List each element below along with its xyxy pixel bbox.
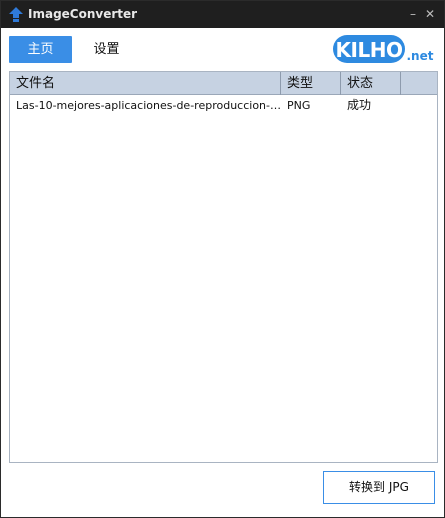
cell-type: PNG xyxy=(287,99,311,112)
cell-filename: Las-10-mejores-aplicaciones-de-reproducc… xyxy=(16,99,281,112)
minimize-button[interactable]: – xyxy=(405,5,421,23)
kilho-logo: KILHO .net xyxy=(333,35,434,63)
svg-text:KILHO: KILHO xyxy=(336,38,403,62)
column-header-type[interactable]: 类型 xyxy=(281,72,341,95)
title-bar[interactable]: ImageConverter – ✕ xyxy=(1,1,444,28)
table-row[interactable]: Las-10-mejores-aplicaciones-de-reproducc… xyxy=(10,96,437,115)
file-list[interactable]: 文件名 类型 状态 Las-10-mejores-aplicaciones-de… xyxy=(9,71,438,463)
column-header-filename[interactable]: 文件名 xyxy=(10,72,281,95)
app-window: ImageConverter – ✕ 主页 设置 KILHO .net 文件名 … xyxy=(0,0,445,518)
column-header-status[interactable]: 状态 xyxy=(341,72,401,95)
close-button[interactable]: ✕ xyxy=(422,5,438,23)
file-list-header: 文件名 类型 状态 xyxy=(10,72,437,95)
convert-to-jpg-button[interactable]: 转换到 JPG xyxy=(323,471,435,504)
tab-home[interactable]: 主页 xyxy=(9,36,72,63)
tab-settings[interactable]: 设置 xyxy=(79,36,134,63)
cell-status: 成功 xyxy=(347,98,372,112)
window-title: ImageConverter xyxy=(28,7,138,21)
app-upload-icon xyxy=(9,7,23,22)
svg-text:.net: .net xyxy=(407,49,434,63)
